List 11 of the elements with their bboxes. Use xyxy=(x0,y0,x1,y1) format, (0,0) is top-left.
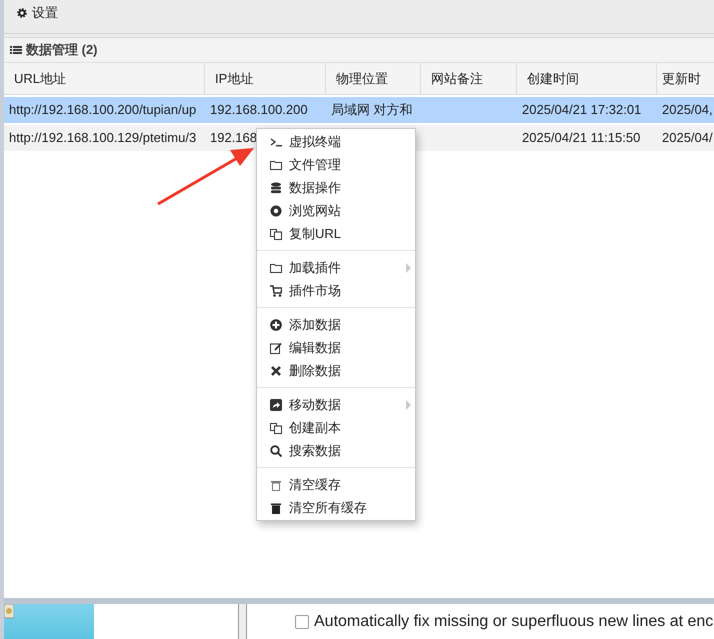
table-cell: 2025/04/ xyxy=(662,130,713,145)
table-cell: 192.168 xyxy=(210,130,257,145)
table-cell: 2025/04/21 11:15:50 xyxy=(522,130,640,145)
checkbox-label: Automatically fix missing or superfluous new lines at enc xyxy=(314,612,714,632)
table-cell: 2025/04, xyxy=(662,102,713,117)
table-cell: http://192.168.100.129/ptetimu/3 xyxy=(9,130,196,145)
table-cell: 局域网 对方和 xyxy=(331,102,413,117)
table-cell: 192.168.100.200 xyxy=(210,102,308,117)
panel-title: 数据管理 (2) xyxy=(26,41,98,60)
table-cell: 2025/04/21 17:32:01 xyxy=(522,102,642,117)
table-cell: http://192.168.100.200/tupian/up xyxy=(9,102,196,117)
